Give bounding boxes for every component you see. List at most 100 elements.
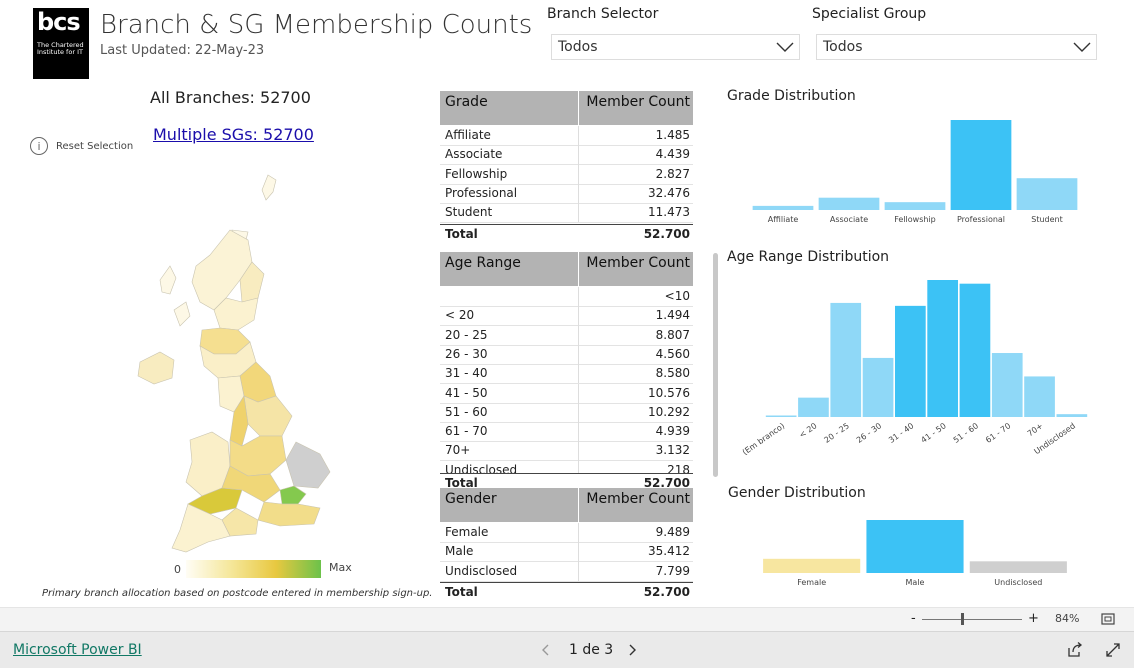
row-label: 31 - 40 <box>445 366 488 381</box>
zoom-slider-track[interactable] <box>922 619 1022 620</box>
tick-label: 70+ <box>1026 421 1045 438</box>
gender-col-header[interactable]: Gender <box>445 491 497 507</box>
table-row[interactable]: Male 35.412 <box>440 542 693 563</box>
table-row[interactable]: <10 <box>440 287 693 307</box>
member-count-col-header[interactable]: Member Count <box>586 94 690 110</box>
bar[interactable] <box>927 280 958 417</box>
table-row[interactable]: Undisclosed 7.799 <box>440 561 693 582</box>
table-row[interactable]: Fellowship 2.827 <box>440 164 693 185</box>
zoom-slider-thumb[interactable] <box>961 613 964 625</box>
bar[interactable] <box>818 197 880 210</box>
row-label: < 20 <box>445 308 475 323</box>
bar[interactable] <box>959 283 991 417</box>
specialist-group-label: Specialist Group <box>812 6 927 22</box>
column-divider <box>578 441 579 461</box>
tick-label: 41 - 50 <box>919 421 947 445</box>
bar[interactable] <box>1024 376 1055 417</box>
bar[interactable] <box>862 357 894 417</box>
member-count-col-header[interactable]: Member Count <box>586 255 690 271</box>
table-row[interactable]: 61 - 70 4.939 <box>440 422 693 443</box>
bar[interactable] <box>798 397 829 417</box>
reset-selection-button[interactable]: i Reset Selection <box>30 137 133 155</box>
bar[interactable] <box>895 305 926 417</box>
member-count-col-header[interactable]: Member Count <box>586 491 690 507</box>
multiple-sgs-link[interactable]: Multiple SGs: 52700 <box>153 125 314 144</box>
specialist-group-dropdown[interactable]: Todos <box>816 34 1097 60</box>
tick-label: < 20 <box>798 421 819 440</box>
fullscreen-icon[interactable] <box>1106 643 1120 657</box>
bar[interactable] <box>969 561 1067 573</box>
powerbi-link[interactable]: Microsoft Power BI <box>13 642 142 658</box>
fit-to-page-icon[interactable] <box>1101 613 1115 625</box>
bar[interactable] <box>830 302 862 417</box>
share-icon[interactable] <box>1067 642 1083 658</box>
grade-col-header[interactable]: Grade <box>445 94 488 110</box>
chevron-down-icon <box>776 42 794 52</box>
bar[interactable] <box>884 202 946 210</box>
reset-selection-label: Reset Selection <box>56 140 134 152</box>
map-region-yorkshire <box>243 395 293 437</box>
column-divider <box>578 325 579 345</box>
table-row[interactable]: Affiliate 1.485 <box>440 126 693 146</box>
bar[interactable] <box>991 353 1023 417</box>
chevron-left-icon[interactable] <box>540 644 552 656</box>
uk-branch-map[interactable] <box>130 170 340 560</box>
page-title: Branch & SG Membership Counts <box>100 10 533 40</box>
column-divider <box>578 344 579 365</box>
gender-distribution-chart[interactable]: Female Male Undisclosed <box>760 510 1070 595</box>
gender-table[interactable]: Gender Member Count Female 9.489 Male 35.41… <box>440 488 693 602</box>
table-row[interactable]: Female 9.489 <box>440 523 693 543</box>
row-label: 41 - 50 <box>445 385 488 400</box>
table-row[interactable]: 70+ 3.132 <box>440 441 693 462</box>
row-label: Affiliate <box>445 128 491 142</box>
zoom-level: 84% <box>1055 612 1080 625</box>
total-value: 52.700 <box>643 226 690 241</box>
zoom-out-button[interactable]: - <box>911 611 916 626</box>
map-region-east-anglia <box>285 441 331 489</box>
table-row[interactable]: 31 - 40 8.580 <box>440 364 693 385</box>
tick-label: Undisclosed <box>994 578 1042 587</box>
branch-selector-dropdown[interactable]: Todos <box>551 34 800 60</box>
column-divider <box>578 126 579 146</box>
row-label: Fellowship <box>445 166 508 181</box>
row-label: Undisclosed <box>445 563 518 578</box>
table-row[interactable]: Professional 32.476 <box>440 183 693 204</box>
row-value: 35.412 <box>648 544 690 559</box>
bar[interactable] <box>950 120 1012 210</box>
table-row[interactable]: 26 - 30 4.560 <box>440 344 693 365</box>
table-row[interactable]: Associate 4.439 <box>440 145 693 166</box>
row-value: 11.473 <box>648 205 690 220</box>
age-range-table[interactable]: Age Range Member Count <10 < 20 1.494 20 - … <box>440 252 693 488</box>
bar[interactable] <box>765 415 797 418</box>
row-value: 10.292 <box>648 404 690 419</box>
grade-chart-title: Grade Distribution <box>727 88 856 104</box>
tick-label: 51 - 60 <box>952 421 980 445</box>
info-circle-icon: i <box>30 137 48 155</box>
row-value: 7.799 <box>655 563 690 578</box>
grade-table[interactable]: Grade Member Count Affiliate 1.485 Associa… <box>440 91 693 241</box>
table-row[interactable]: 20 - 25 8.807 <box>440 325 693 346</box>
grade-distribution-chart[interactable]: Affiliate Associate Fellowship Professional… <box>750 112 1080 232</box>
footer-bar <box>0 631 1134 668</box>
age-range-col-header[interactable]: Age Range <box>445 255 521 271</box>
age-distribution-chart[interactable]: (Em branco) < 20 20 - 25 26 - 30 31 - 40 41 -… <box>730 272 1100 472</box>
age-table-scrollbar[interactable] <box>713 253 718 477</box>
bar[interactable] <box>1056 414 1088 417</box>
table-row[interactable]: Student 11.473 <box>440 203 693 224</box>
table-row[interactable]: < 20 1.494 <box>440 306 693 327</box>
row-value: 4.939 <box>655 424 690 439</box>
zoom-in-button[interactable]: + <box>1028 611 1039 626</box>
bar[interactable] <box>1016 178 1078 210</box>
bar[interactable] <box>866 520 964 573</box>
bar[interactable] <box>763 558 861 573</box>
row-value: 9.489 <box>655 525 690 539</box>
table-row[interactable]: 41 - 50 10.576 <box>440 383 693 404</box>
chevron-right-icon[interactable] <box>626 644 638 656</box>
row-value: 4.439 <box>655 147 690 162</box>
row-value: <10 <box>664 289 690 303</box>
bar[interactable] <box>752 205 814 210</box>
table-row[interactable]: 51 - 60 10.292 <box>440 402 693 423</box>
total-value: 52.700 <box>643 476 690 488</box>
grade-table-header: Grade Member Count <box>440 91 693 125</box>
total-label: Total <box>445 476 478 488</box>
